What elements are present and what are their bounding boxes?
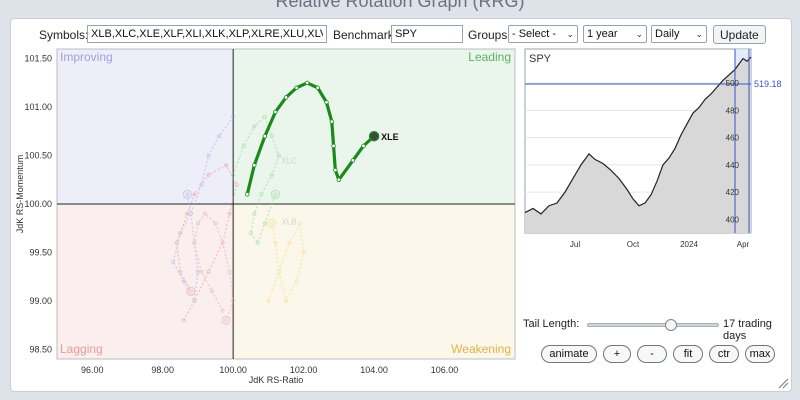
x-tick-label: 104.00 — [360, 365, 388, 375]
tail-length-control: Tail Length: 17 trading days — [523, 315, 793, 342]
y-axis-label: JdK RS-Momentum — [15, 155, 25, 234]
tail-length-value: 17 trading days — [723, 318, 772, 342]
tail-length-slider-handle[interactable] — [665, 319, 678, 331]
improving-quadrant — [57, 49, 234, 204]
max-button[interactable]: max — [745, 345, 775, 363]
period-select[interactable]: 1 year ⌄ — [583, 25, 647, 43]
chevron-down-icon: ⌄ — [566, 28, 574, 39]
weakening-label: Weakening — [451, 342, 511, 356]
fit-button[interactable]: fit — [673, 345, 703, 363]
frequency-select-value: Daily — [655, 28, 680, 40]
xle-tail-point — [324, 100, 329, 105]
xle-tail-point — [331, 143, 336, 149]
y-tick-label: 98.50 — [29, 344, 52, 354]
y-tick-label: 100.50 — [24, 151, 52, 161]
lagging-label: Lagging — [60, 342, 103, 356]
benchmark-chart: SPY 519.18 500 480 460 440 420 400 Jul Oct 2024… — [524, 48, 782, 249]
xle-symbol-label: XLE — [381, 132, 399, 142]
xle-tail-point — [252, 163, 257, 168]
xle-tail-point — [333, 167, 338, 173]
frequency-select[interactable]: Daily ⌄ — [651, 25, 707, 43]
xle-tail-point — [294, 85, 299, 90]
y-tick-label: 100.00 — [24, 199, 52, 209]
benchmark-y-tick: 440 — [726, 161, 740, 170]
faded-symbol-label: XLB — [281, 217, 296, 226]
xle-tail-point — [336, 177, 342, 182]
faded-symbol-label: XLC — [281, 156, 297, 165]
benchmark-x-tick: Jul — [570, 240, 580, 249]
update-button[interactable]: Update — [713, 25, 766, 44]
rrg-panel: Symbols: Benchmark: Groups: - Select - ⌄… — [10, 18, 792, 392]
benchmark-x-tick: Oct — [627, 240, 640, 249]
xle-tail-point — [283, 95, 289, 100]
tail-length-slider[interactable] — [587, 319, 719, 331]
leading-label: Leading — [468, 50, 511, 64]
animate-button[interactable]: animate — [541, 345, 597, 363]
y-tick-label: 99.00 — [29, 296, 52, 306]
resize-handle-icon[interactable] — [777, 377, 789, 389]
chevron-down-icon: ⌄ — [695, 28, 703, 39]
y-tick-label: 99.50 — [29, 247, 52, 257]
tail-length-label: Tail Length: — [523, 318, 580, 330]
xle-tail-point — [361, 143, 366, 149]
xle-tail-point — [350, 158, 356, 163]
xle-tail-point — [304, 80, 310, 86]
page-title: Relative Rotation Graph (RRG) — [275, 0, 525, 11]
x-tick-label: 100.00 — [219, 365, 247, 375]
benchmark-y-tick: 480 — [726, 106, 740, 115]
leading-quadrant — [233, 49, 515, 204]
x-axis-label: JdK RS-Ratio — [249, 375, 304, 385]
improving-label: Improving — [60, 50, 113, 64]
rrg-chart: XLC XLB 96.00 98.00 100.00 102.00 104.00 106.0… — [15, 48, 516, 385]
benchmark-x-tick: Apr — [737, 240, 750, 249]
x-tick-label: 106.00 — [431, 365, 459, 375]
xle-head-point[interactable] — [368, 130, 380, 142]
xle-tail-point — [262, 133, 268, 139]
y-tick-label: 101.00 — [24, 102, 52, 112]
benchmark-y-tick: 420 — [726, 188, 740, 197]
benchmark-y-tick: 400 — [726, 215, 740, 224]
benchmark-x-tick: 2024 — [680, 240, 698, 249]
period-select-value: 1 year — [587, 28, 618, 40]
benchmark-symbol: SPY — [529, 53, 552, 65]
xle-tail-point — [245, 192, 250, 197]
benchmark-y-tick: 500 — [726, 79, 740, 88]
zoom-in-button[interactable]: + — [603, 345, 631, 363]
x-tick-label: 102.00 — [290, 365, 318, 375]
x-tick-label: 96.00 — [81, 365, 104, 375]
xle-tail-point — [329, 119, 334, 124]
chevron-down-icon: ⌄ — [635, 28, 643, 39]
benchmark-last-value: 519.18 — [754, 79, 782, 89]
center-button[interactable]: ctr — [709, 345, 739, 363]
y-tick-label: 101.50 — [24, 54, 52, 64]
xle-tail-point — [273, 109, 278, 115]
x-tick-label: 98.00 — [151, 365, 174, 375]
xle-tail-point — [315, 85, 320, 90]
zoom-out-button[interactable]: - — [637, 345, 667, 363]
benchmark-y-tick: 460 — [726, 134, 740, 143]
